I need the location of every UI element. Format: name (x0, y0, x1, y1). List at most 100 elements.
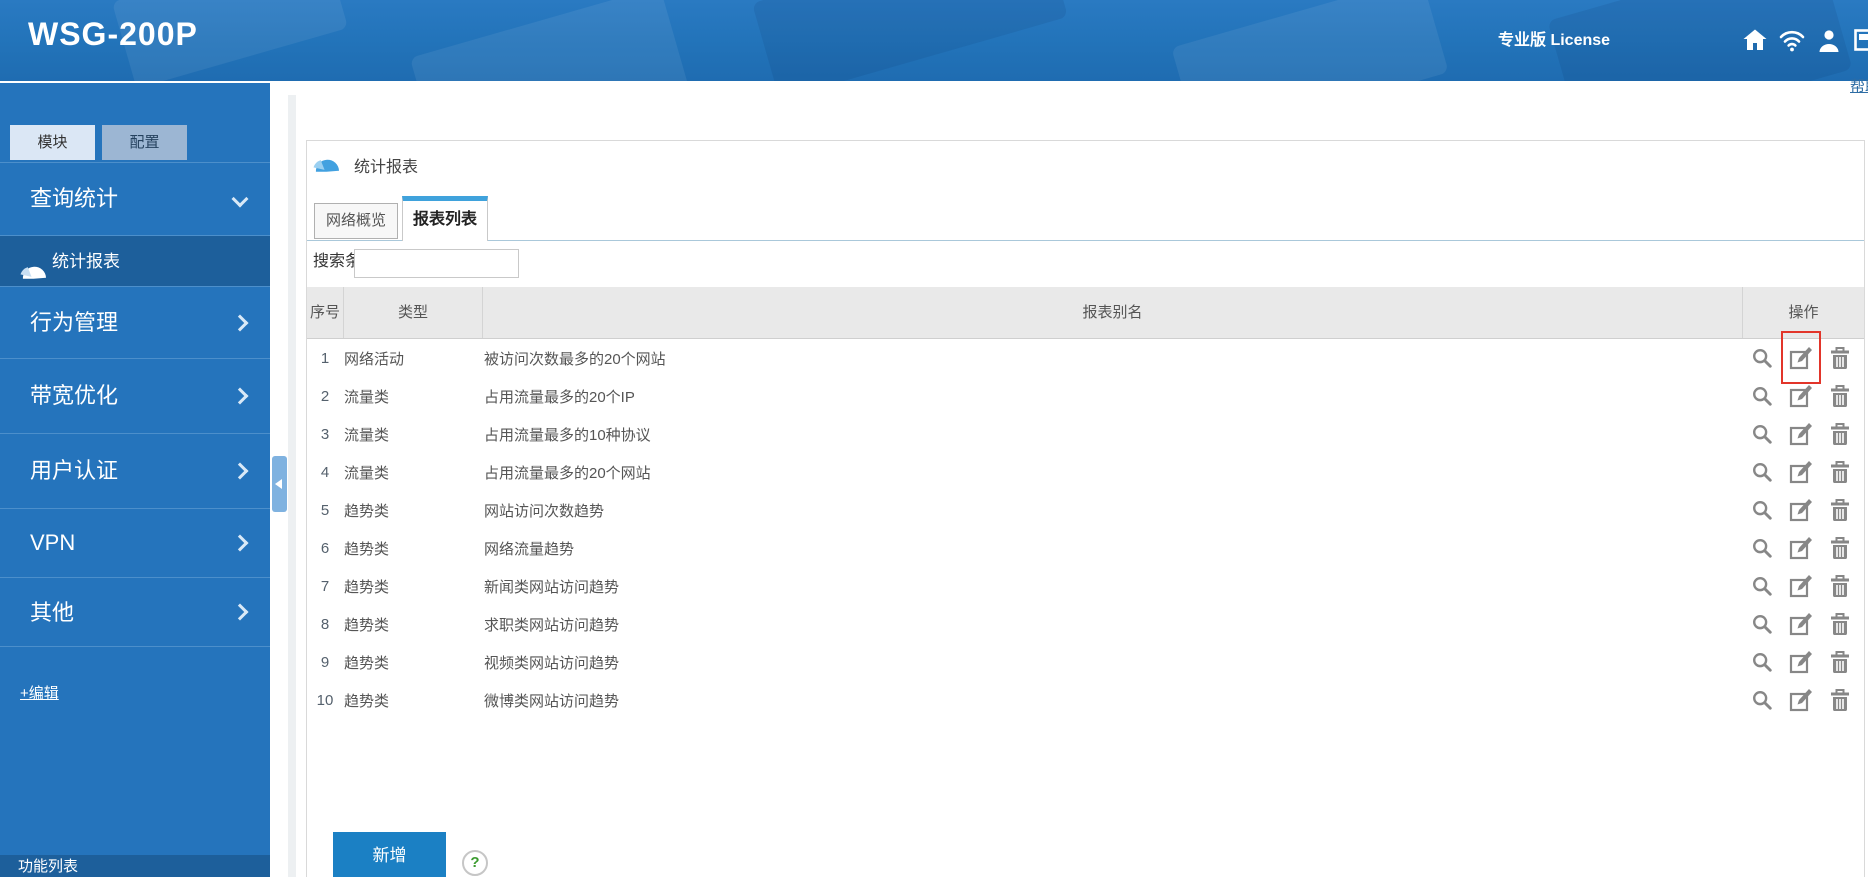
cell-no: 9 (320, 653, 330, 671)
edit-icon[interactable] (1789, 498, 1813, 522)
user-icon[interactable] (1816, 28, 1842, 52)
chevron-right-icon (231, 434, 249, 508)
delete-icon[interactable] (1828, 650, 1852, 674)
cell-no: 4 (320, 463, 330, 481)
view-icon[interactable] (1750, 536, 1774, 560)
header-icon-bar (1742, 28, 1868, 52)
view-icon[interactable] (1750, 574, 1774, 598)
chevron-right-icon (231, 359, 249, 433)
sidebar-tab-bar: 模块 配置 (10, 125, 187, 160)
sidebar-item-label: VPN (30, 530, 76, 555)
cell-type: 流量类 (344, 426, 390, 444)
delete-icon[interactable] (1828, 460, 1852, 484)
sidebar-item-behavior[interactable]: 行为管理 (0, 286, 270, 358)
view-icon[interactable] (1750, 422, 1774, 446)
cell-no: 2 (320, 387, 330, 405)
sidebar-item-label: 行为管理 (30, 310, 119, 335)
table-row: 3 流量类 占用流量最多的10种协议 (307, 415, 1864, 453)
sidebar-item-label: 带宽优化 (30, 383, 119, 408)
home-icon[interactable] (1742, 28, 1768, 52)
cell-operations (1742, 331, 1864, 384)
sidebar-tab-config[interactable]: 配置 (102, 125, 187, 160)
view-icon[interactable] (1750, 688, 1774, 712)
highlight-red-box (1781, 331, 1821, 384)
chevron-right-icon (231, 578, 249, 646)
view-icon[interactable] (1750, 384, 1774, 408)
edit-icon[interactable] (1789, 650, 1813, 674)
header-texture (409, 0, 691, 81)
cell-operations (1742, 688, 1864, 712)
monitor-icon[interactable] (1853, 28, 1868, 52)
delete-icon[interactable] (1828, 688, 1852, 712)
add-button[interactable]: 新增 (333, 832, 446, 877)
cell-name: 被访问次数最多的20个网站 (484, 350, 666, 368)
sidebar-item-vpn[interactable]: VPN (0, 508, 270, 577)
delete-icon[interactable] (1828, 498, 1852, 522)
cell-no: 3 (320, 425, 330, 443)
sidebar-tab-modules[interactable]: 模块 (10, 125, 95, 160)
delete-icon[interactable] (1828, 384, 1852, 408)
column-header-no: 序号 (309, 304, 340, 321)
cell-operations (1742, 612, 1864, 636)
sidebar: 模块 配置 查询统计 统计报表 行为管理 带宽优化 用户认证 VPN 其他 +编… (0, 81, 270, 877)
view-icon[interactable] (1750, 346, 1774, 370)
table-row: 4 流量类 占用流量最多的20个网站 (307, 453, 1864, 491)
edit-icon[interactable] (1789, 612, 1813, 636)
report-table: 序号 类型 报表别名 操作 1 网络活动 被访问次数最多的20个网站 2 流量类 (307, 287, 1864, 719)
chevron-right-icon (231, 509, 249, 577)
wifi-icon[interactable] (1779, 28, 1805, 52)
edit-icon[interactable] (1789, 422, 1813, 446)
cell-name: 占用流量最多的10种协议 (484, 426, 651, 444)
delete-icon[interactable] (1828, 536, 1852, 560)
delete-icon[interactable] (1828, 422, 1852, 446)
cell-name: 求职类网站访问趋势 (484, 616, 620, 634)
cell-type: 趋势类 (344, 502, 390, 520)
view-icon[interactable] (1750, 650, 1774, 674)
table-row: 10 趋势类 微博类网站访问趋势 (307, 681, 1864, 719)
edit-icon[interactable] (1789, 536, 1813, 560)
page-title: 统计报表 (354, 159, 419, 176)
edit-icon[interactable] (1789, 460, 1813, 484)
edit-icon[interactable] (1789, 574, 1813, 598)
delete-icon[interactable] (1828, 574, 1852, 598)
tab-network-overview[interactable]: 网络概览 (314, 203, 398, 239)
page-title-row: 统计报表 (313, 152, 418, 178)
search-input[interactable] (354, 249, 519, 278)
cell-type: 流量类 (344, 388, 390, 406)
cell-operations (1742, 498, 1864, 522)
sidebar-item-bandwidth[interactable]: 带宽优化 (0, 358, 270, 433)
view-icon[interactable] (1750, 460, 1774, 484)
sidebar-item-other[interactable]: 其他 (0, 577, 270, 647)
sidebar-footer-function-list[interactable]: 功能列表 (0, 855, 270, 877)
cell-operations (1742, 536, 1864, 560)
sidebar-item-query-stats[interactable]: 查询统计 (0, 162, 270, 235)
delete-icon[interactable] (1828, 346, 1852, 370)
help-link[interactable]: 帮助 (1850, 75, 1868, 96)
cell-no: 8 (320, 615, 330, 633)
main-panel: 统计报表 网络概览 报表列表 搜索条件 序号 类型 报表别名 操作 1 网络活动… (306, 140, 1865, 877)
cell-type: 趋势类 (344, 692, 390, 710)
view-icon[interactable] (1750, 612, 1774, 636)
cell-name: 微博类网站访问趋势 (484, 692, 620, 710)
cell-operations (1742, 422, 1864, 446)
view-icon[interactable] (1750, 498, 1774, 522)
edit-icon[interactable] (1789, 688, 1813, 712)
tab-report-list[interactable]: 报表列表 (402, 196, 488, 241)
cell-no: 10 (316, 691, 334, 709)
sidebar-item-auth[interactable]: 用户认证 (0, 433, 270, 508)
table-header-row: 序号 类型 报表别名 操作 (307, 287, 1864, 339)
sidebar-edit-link[interactable]: +编辑 (20, 682, 59, 703)
edit-icon[interactable] (1789, 384, 1813, 408)
column-header-name: 报表别名 (1082, 304, 1143, 321)
cell-name: 视频类网站访问趋势 (484, 654, 620, 672)
cell-operations (1742, 650, 1864, 674)
cell-type: 趋势类 (344, 616, 390, 634)
table-row: 2 流量类 占用流量最多的20个IP (307, 377, 1864, 415)
edit-icon[interactable] (1781, 331, 1821, 384)
delete-icon[interactable] (1828, 612, 1852, 636)
cell-type: 趋势类 (344, 578, 390, 596)
help-circle-icon[interactable]: ? (462, 850, 488, 876)
sidebar-collapse-handle[interactable] (272, 456, 287, 512)
sidebar-item-stat-reports[interactable]: 统计报表 (0, 235, 270, 286)
table-row: 6 趋势类 网络流量趋势 (307, 529, 1864, 567)
